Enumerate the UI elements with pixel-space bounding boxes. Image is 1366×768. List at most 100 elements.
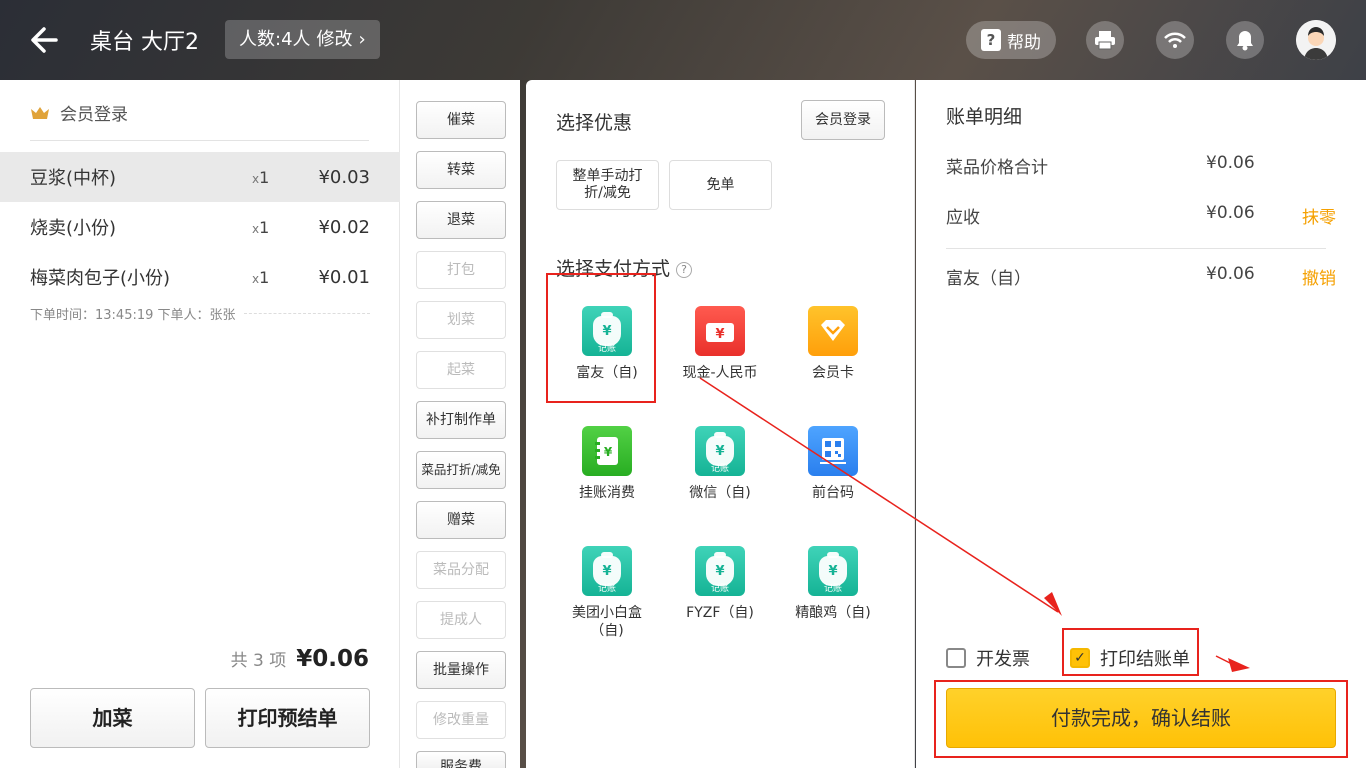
bill-row-payment: 富友（自） ¥0.06 撤销 [946, 264, 1336, 289]
edit-label: 修改 [316, 29, 353, 50]
ledger-icon: ¥ [582, 426, 632, 476]
people-count-button[interactable]: 人数:4人 修改 › [225, 20, 380, 59]
order-list: 豆浆(中杯) x1 ¥0.03 烧卖(小份) x1 ¥0.02 梅菜肉包子(小份… [0, 152, 400, 302]
dish-action-column: 催菜 转菜 退菜 打包 划菜 起菜 补打制作单 菜品打折/减免 赠菜 菜品分配 … [400, 80, 520, 768]
question-icon[interactable]: ? [676, 262, 693, 278]
pay-method-label: 精酿鸡（自) [795, 605, 871, 621]
pay-method-label: 挂账消费 [579, 485, 635, 501]
pay-method-label: 现金-人民币 [682, 365, 758, 381]
order-item-price: ¥0.01 [318, 266, 370, 288]
pay-method-cash[interactable]: ¥ 现金-人民币 [665, 306, 775, 382]
print-icon[interactable] [1086, 21, 1124, 59]
cash-wallet-icon: ¥ [695, 306, 745, 356]
svg-text:¥: ¥ [715, 327, 724, 342]
divider [30, 140, 369, 141]
member-login-button[interactable]: 会员登录 [801, 100, 885, 140]
pay-method-member-card[interactable]: 会员卡 [778, 306, 888, 382]
order-item-name: 豆浆(中杯) [30, 168, 117, 189]
bill-row-label: 应收 [946, 208, 980, 228]
pay-method-fyzf[interactable]: ¥ 记账 FYZF（自) [665, 546, 775, 622]
pay-method-credit[interactable]: ¥ 挂账消费 [552, 426, 662, 502]
highlight-box [934, 680, 1348, 758]
member-login-label: 会员登录 [60, 105, 128, 125]
order-item-row[interactable]: 烧卖(小份) x1 ¥0.02 [0, 202, 400, 252]
bill-row-value: ¥0.06 [1206, 203, 1255, 223]
item-count: 共 3 项 [230, 651, 287, 671]
urge-dish-button[interactable]: 催菜 [416, 101, 506, 139]
avatar[interactable] [1296, 20, 1336, 60]
commission-button[interactable]: 提成人 [416, 601, 506, 639]
order-meta: 下单时间：13:45:19 下单人：张张 [30, 304, 370, 323]
page-title: 桌台 大厅2 [90, 30, 199, 55]
bell-icon[interactable] [1226, 21, 1264, 59]
free-order-button[interactable]: 免单 [669, 160, 772, 210]
cross-dish-button[interactable]: 划菜 [416, 301, 506, 339]
pay-method-label: FYZF（自) [686, 605, 754, 621]
discount-title: 选择优惠 [556, 112, 633, 134]
round-off-link[interactable]: 抹零 [1296, 203, 1336, 228]
order-item-name: 烧卖(小份) [30, 218, 117, 239]
dish-discount-button[interactable]: 菜品打折/减免 [416, 451, 506, 489]
help-button[interactable]: ? 帮助 [966, 21, 1056, 59]
bill-row-subtotal: 菜品价格合计 ¥0.06 [946, 153, 1336, 178]
transfer-dish-button[interactable]: 转菜 [416, 151, 506, 189]
edit-weight-button[interactable]: 修改重量 [416, 701, 506, 739]
bill-row-action [1296, 153, 1336, 178]
member-login-link[interactable]: 会员登录 [30, 100, 128, 125]
top-bar: 桌台 大厅2 人数:4人 修改 › ? 帮助 [0, 0, 1366, 80]
order-total: ¥0.06 [296, 646, 369, 672]
checkbox-unchecked[interactable] [946, 648, 966, 668]
divider [243, 313, 370, 314]
order-item-qty: x1 [252, 217, 270, 237]
order-item-price: ¥0.02 [318, 216, 370, 238]
invoice-label: 开发票 [976, 649, 1030, 670]
dish-allocate-button[interactable]: 菜品分配 [416, 551, 506, 589]
svg-text:¥: ¥ [604, 445, 613, 459]
bill-row-value: ¥0.06 [1206, 264, 1255, 284]
help-label: 帮助 [1007, 32, 1041, 53]
serve-dish-button[interactable]: 起菜 [416, 351, 506, 389]
invoice-checkbox[interactable]: 开发票 [946, 645, 1030, 671]
bill-row-receivable: 应收 ¥0.06 抹零 [946, 203, 1336, 228]
bill-row-label: 富友（自） [946, 269, 1031, 289]
pay-method-label: 美团小白盒（自) [572, 605, 642, 639]
revoke-link[interactable]: 撤销 [1296, 264, 1336, 289]
print-pre-bill-button[interactable]: 打印预结单 [205, 688, 370, 748]
add-dish-button[interactable]: 加菜 [30, 688, 195, 748]
pay-method-qr[interactable]: 前台码 [778, 426, 888, 502]
pay-method-label: 前台码 [812, 485, 854, 501]
bill-row-label: 菜品价格合计 [946, 158, 1048, 178]
money-bag-icon: ¥ 记账 [695, 546, 745, 596]
reprint-order-button[interactable]: 补打制作单 [416, 401, 506, 439]
crown-icon [30, 106, 50, 120]
arrow-left-icon[interactable] [26, 22, 66, 58]
gift-dish-button[interactable]: 赠菜 [416, 501, 506, 539]
order-item-row[interactable]: 梅菜肉包子(小份) x1 ¥0.01 [0, 252, 400, 302]
highlight-box [546, 273, 656, 403]
divider [946, 248, 1326, 249]
chevron-right-icon: › [358, 29, 366, 50]
service-fee-button[interactable]: 服务费 [416, 751, 506, 768]
order-item-row[interactable]: 豆浆(中杯) x1 ¥0.03 [0, 152, 400, 202]
pay-method-meituan[interactable]: ¥ 记账 美团小白盒（自) [552, 546, 662, 640]
bill-row-value: ¥0.06 [1206, 153, 1255, 173]
order-item-qty: x1 [252, 267, 270, 287]
pay-method-label: 微信（自) [689, 485, 751, 501]
order-panel: 会员登录 豆浆(中杯) x1 ¥0.03 烧卖(小份) x1 ¥0.02 梅菜肉… [0, 80, 400, 768]
money-bag-icon: ¥ 记账 [695, 426, 745, 476]
pay-method-wechat[interactable]: ¥ 记账 微信（自) [665, 426, 775, 502]
order-summary: 共 3 项 ¥0.06 [231, 646, 369, 672]
diamond-icon [808, 306, 858, 356]
pack-button[interactable]: 打包 [416, 251, 506, 289]
return-dish-button[interactable]: 退菜 [416, 201, 506, 239]
pay-method-label: 会员卡 [812, 365, 854, 381]
payment-panel: 选择优惠 会员登录 整单手动打折/减免 免单 选择支付方式? ¥ 记账 富友（自)… [526, 80, 915, 768]
pay-method-jingniangji[interactable]: ¥ 记账 精酿鸡（自) [778, 546, 888, 622]
batch-operation-button[interactable]: 批量操作 [416, 651, 506, 689]
money-bag-icon: ¥ 记账 [582, 546, 632, 596]
whole-order-discount-button[interactable]: 整单手动打折/减免 [556, 160, 659, 210]
qr-code-icon [808, 426, 858, 476]
order-meta-text: 下单时间：13:45:19 下单人：张张 [30, 308, 236, 323]
wifi-icon[interactable] [1156, 21, 1194, 59]
order-item-price: ¥0.03 [318, 166, 370, 188]
